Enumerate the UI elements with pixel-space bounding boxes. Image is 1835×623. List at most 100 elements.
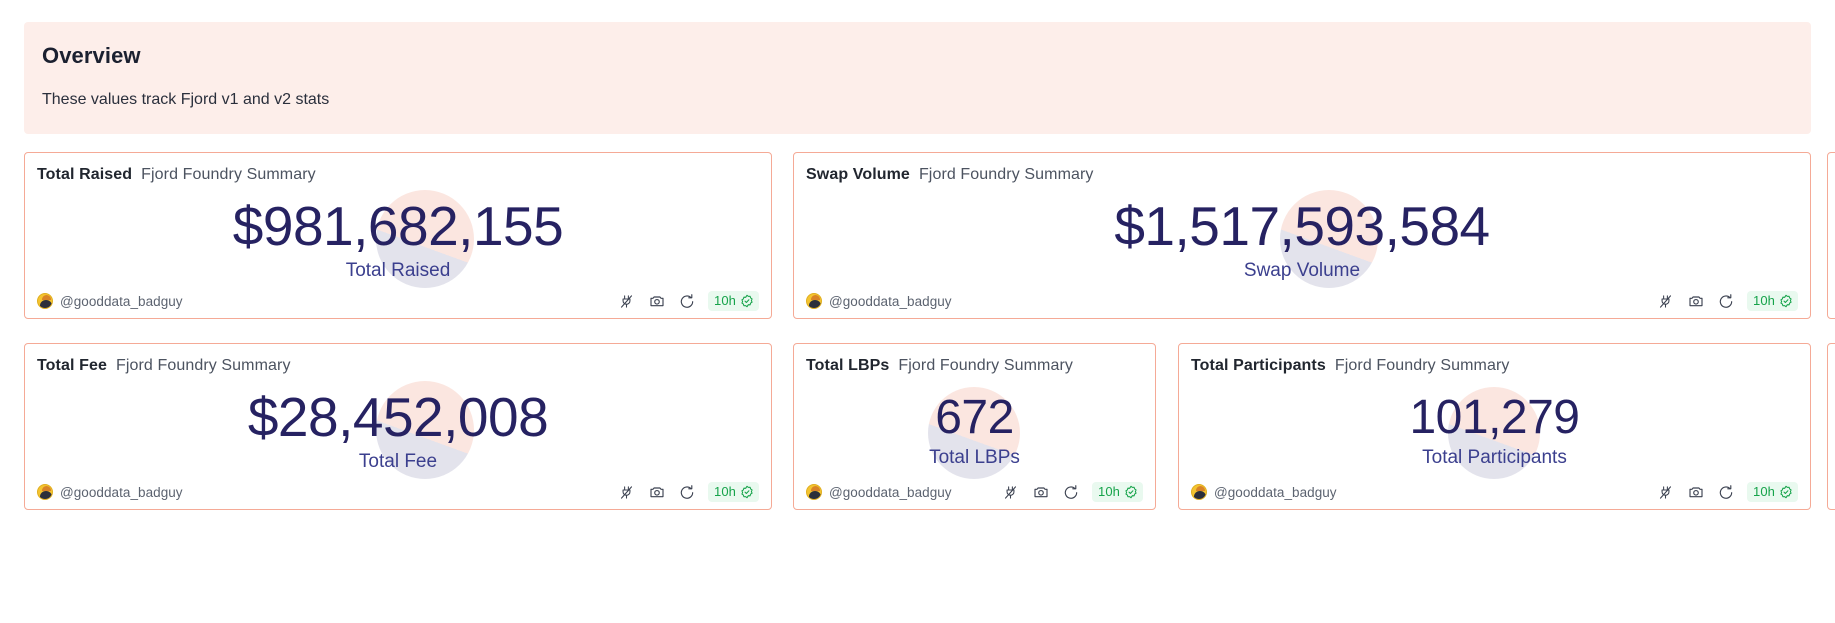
user-avatar-icon <box>37 293 53 309</box>
author-name: @gooddata_badguy <box>60 484 183 500</box>
card-title: Total Fee <box>37 357 107 374</box>
freshness-text: 10h <box>1098 484 1120 499</box>
card-header: Swap Volume Fjord Foundry Summary <box>806 166 1094 184</box>
camera-icon[interactable] <box>648 484 665 501</box>
user-avatar-icon <box>1191 484 1207 500</box>
plug-icon[interactable] <box>1002 484 1019 501</box>
plug-icon[interactable] <box>1657 293 1674 310</box>
card-source: Fjord Foundry Summary <box>898 357 1073 374</box>
kpi-label: Total LBPs <box>929 447 1020 469</box>
kpi-value: $1,517,593,584 <box>1114 194 1490 257</box>
camera-icon[interactable] <box>1687 293 1704 310</box>
card-actions: 10h <box>618 482 759 502</box>
plug-icon[interactable] <box>1657 484 1674 501</box>
kpi-area: 672 Total LBPs <box>794 386 1155 479</box>
card-author[interactable]: @gooddata_badguy <box>37 484 183 500</box>
freshness-badge[interactable]: 10h <box>1747 291 1798 311</box>
kpi-card-offscreen-top[interactable] <box>1827 152 1835 319</box>
kpi-value: $28,452,008 <box>247 385 549 448</box>
kpi-value: 101,279 <box>1409 390 1580 444</box>
kpi-card-total-raised[interactable]: Total Raised Fjord Foundry Summary $981,… <box>24 152 772 319</box>
freshness-badge[interactable]: 10h <box>1092 482 1143 502</box>
kpi-card-swap-volume[interactable]: Swap Volume Fjord Foundry Summary $1,517… <box>793 152 1811 319</box>
card-header: Total Fee Fjord Foundry Summary <box>37 357 291 375</box>
plug-icon[interactable] <box>618 484 635 501</box>
card-footer: @gooddata_badguy 10h <box>794 284 1810 318</box>
kpi-label: Swap Volume <box>1243 260 1361 282</box>
kpi-label: Total Participants <box>1422 447 1567 469</box>
plug-icon[interactable] <box>618 293 635 310</box>
kpi-value-wrap: 101,279 Total Participants <box>1409 386 1580 479</box>
camera-icon[interactable] <box>1032 484 1049 501</box>
author-name: @gooddata_badguy <box>1214 484 1337 500</box>
dashboard-page: Overview These values track Fjord v1 and… <box>0 0 1835 623</box>
card-header: Total Raised Fjord Foundry Summary <box>37 166 316 184</box>
kpi-card-total-fee[interactable]: Total Fee Fjord Foundry Summary $28,452,… <box>24 343 772 510</box>
kpi-area: $28,452,008 Total Fee <box>25 380 771 479</box>
card-actions: 10h <box>1002 482 1143 502</box>
camera-icon[interactable] <box>1687 484 1704 501</box>
user-avatar-icon <box>806 293 822 309</box>
kpi-value-wrap: $28,452,008 Total Fee <box>247 380 549 479</box>
refresh-icon[interactable] <box>1717 293 1734 310</box>
card-actions: 10h <box>1657 482 1798 502</box>
kpi-card-total-lbps[interactable]: Total LBPs Fjord Foundry Summary 672 Tot… <box>793 343 1156 510</box>
card-source: Fjord Foundry Summary <box>115 357 291 374</box>
verified-check-icon <box>741 485 753 499</box>
kpi-area: $981,682,155 Total Raised <box>25 189 771 288</box>
refresh-icon[interactable] <box>678 293 695 310</box>
card-author[interactable]: @gooddata_badguy <box>806 484 952 500</box>
freshness-badge[interactable]: 10h <box>1747 482 1798 502</box>
author-name: @gooddata_badguy <box>60 293 183 309</box>
card-footer: @gooddata_badguy 10h <box>794 475 1155 509</box>
camera-icon[interactable] <box>648 293 665 310</box>
card-header: Total LBPs Fjord Foundry Summary <box>806 357 1073 375</box>
kpi-card-total-participants[interactable]: Total Participants Fjord Foundry Summary… <box>1178 343 1811 510</box>
verified-check-icon <box>1780 485 1792 499</box>
freshness-text: 10h <box>714 293 736 308</box>
user-avatar-icon <box>806 484 822 500</box>
card-footer: @gooddata_badguy 10h <box>25 475 771 509</box>
overview-banner: Overview These values track Fjord v1 and… <box>24 22 1811 134</box>
card-header: Total Participants Fjord Foundry Summary <box>1191 357 1509 375</box>
card-source: Fjord Foundry Summary <box>141 166 316 183</box>
refresh-icon[interactable] <box>678 484 695 501</box>
user-avatar-icon <box>37 484 53 500</box>
verified-check-icon <box>741 294 753 308</box>
refresh-icon[interactable] <box>1717 484 1734 501</box>
card-author[interactable]: @gooddata_badguy <box>1191 484 1337 500</box>
kpi-value-wrap: 672 Total LBPs <box>928 386 1021 479</box>
card-footer: @gooddata_badguy 10h <box>1179 475 1810 509</box>
card-source: Fjord Foundry Summary <box>918 166 1094 183</box>
freshness-text: 10h <box>1753 293 1775 308</box>
refresh-icon[interactable] <box>1062 484 1079 501</box>
card-author[interactable]: @gooddata_badguy <box>37 293 183 309</box>
card-actions: 10h <box>1657 291 1798 311</box>
card-footer: @gooddata_badguy 10h <box>25 284 771 318</box>
author-name: @gooddata_badguy <box>829 484 952 500</box>
verified-check-icon <box>1125 485 1137 499</box>
overview-title: Overview <box>42 43 141 68</box>
kpi-card-offscreen-bottom[interactable] <box>1827 343 1835 510</box>
kpi-value-wrap: $1,517,593,584 Swap Volume <box>1114 189 1490 288</box>
freshness-badge[interactable]: 10h <box>708 482 759 502</box>
card-title: Total LBPs <box>806 357 890 374</box>
card-title: Total Participants <box>1191 357 1326 374</box>
freshness-badge[interactable]: 10h <box>708 291 759 311</box>
kpi-area: 101,279 Total Participants <box>1179 386 1810 479</box>
kpi-value: $981,682,155 <box>232 194 564 257</box>
card-actions: 10h <box>618 291 759 311</box>
overview-subtitle: These values track Fjord v1 and v2 stats <box>42 91 330 108</box>
verified-check-icon <box>1780 294 1792 308</box>
card-author[interactable]: @gooddata_badguy <box>806 293 952 309</box>
freshness-text: 10h <box>1753 484 1775 499</box>
card-title: Swap Volume <box>806 166 910 183</box>
kpi-value: 672 <box>935 390 1014 444</box>
card-title: Total Raised <box>37 166 133 183</box>
kpi-value-wrap: $981,682,155 Total Raised <box>232 189 564 288</box>
kpi-label: Total Fee <box>358 451 438 473</box>
kpi-label: Total Raised <box>345 260 451 282</box>
kpi-area: $1,517,593,584 Swap Volume <box>794 189 1810 288</box>
author-name: @gooddata_badguy <box>829 293 952 309</box>
card-source: Fjord Foundry Summary <box>1334 357 1510 374</box>
